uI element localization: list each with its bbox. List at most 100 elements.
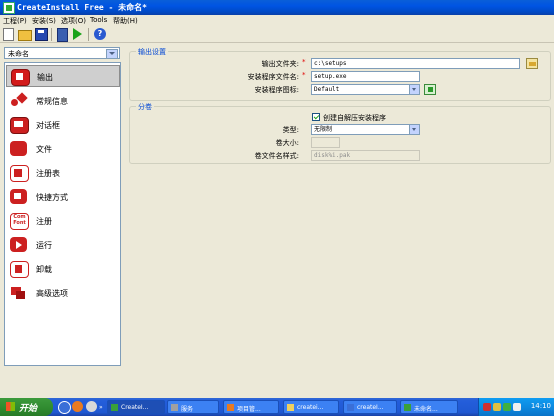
nav-item-label: 高级选项 (36, 289, 68, 298)
output-folder-input[interactable]: c:\setups (311, 58, 520, 69)
windows-logo-icon (6, 402, 15, 411)
output-folder-label: 输出文件夹: (261, 60, 299, 68)
com-font-icon: Com Font (10, 213, 29, 230)
nav-item-label: 对话框 (36, 121, 60, 130)
open-folder-icon[interactable] (18, 30, 32, 41)
nav-item-dialogs[interactable]: 对话框 (6, 114, 120, 136)
app-icon (3, 2, 15, 14)
app-icon (404, 404, 411, 411)
toolbar: ? (0, 25, 554, 43)
required-mark: * (302, 58, 306, 66)
menu-bar: 工程(P) 安装(S) 选项(O) Tools 帮助(H) (0, 15, 554, 25)
advanced-options-icon (10, 285, 27, 300)
tray-icon[interactable] (483, 403, 491, 411)
task-label: 服务 (181, 406, 194, 413)
nav-item-label: 常规信息 (36, 97, 68, 106)
nav-item-uninstall[interactable]: 卸载 (6, 258, 120, 280)
nav-item-registry[interactable]: 注册表 (6, 162, 120, 184)
nav-item-label: 快捷方式 (36, 193, 68, 202)
nav-item-label: 输出 (37, 73, 53, 82)
chevron-down-icon[interactable] (106, 49, 118, 59)
task-label: createi... (297, 404, 324, 411)
setup-icon-label: 安装程序图标: (254, 86, 299, 94)
nav-item-shortcuts[interactable]: 快捷方式 (6, 186, 120, 208)
task-label: 项目管... (237, 406, 261, 413)
firefox-icon (227, 404, 234, 411)
self-extract-checkbox[interactable] (312, 113, 320, 121)
nav-item-label: 卸载 (36, 265, 52, 274)
setup-icon-select[interactable]: Default (311, 84, 420, 95)
type-select[interactable]: 无限制 (311, 124, 420, 135)
firefox-quicklaunch-icon[interactable] (72, 401, 83, 412)
nav-item-general-info[interactable]: 常规信息 (6, 90, 120, 112)
nav-item-output[interactable]: 输出 (6, 65, 120, 87)
nav-item-files[interactable]: 文件 (6, 138, 120, 160)
title-bar: CreateInstall Free - 未命名* (0, 0, 554, 15)
system-tray: 14:10 (478, 398, 554, 416)
dialog-icon (10, 117, 29, 134)
project-select-value: 未命名 (8, 50, 29, 58)
type-select-value: 无限制 (314, 126, 333, 133)
build-icon[interactable] (57, 28, 68, 42)
nav-item-run[interactable]: 运行 (6, 234, 120, 256)
tray-icon[interactable] (493, 403, 501, 411)
nav-item-label: 注册 (36, 217, 52, 226)
nav-item-advanced-options[interactable]: 高级选项 (6, 282, 120, 304)
quicklaunch-icon[interactable] (86, 401, 97, 412)
nav-item-label: 运行 (36, 241, 52, 250)
volume-name-label: 卷文件名样式: (254, 152, 299, 160)
choose-icon-icon[interactable] (424, 84, 436, 95)
services-icon (171, 404, 178, 411)
chevron-down-icon[interactable] (409, 125, 419, 134)
volume-name-input[interactable]: disk%i.pak (311, 150, 420, 161)
taskbar-item-services[interactable]: 服务 (167, 400, 219, 414)
nav-item-label: 文件 (36, 145, 52, 154)
taskbar-item-createinstall-2[interactable]: createI... (343, 400, 397, 414)
output-settings-group: 输出设置 输出文件夹: * c:\setups 安装程序文件名: * setup… (129, 47, 551, 101)
nav-item-register[interactable]: Com Font 注册 (6, 210, 120, 232)
files-icon (10, 141, 27, 156)
chevron-down-icon[interactable] (409, 85, 419, 94)
start-label: 开始 (19, 404, 38, 414)
taskbar-item-createinstall[interactable]: CreateI... (107, 400, 165, 414)
start-button[interactable]: 开始 (0, 398, 53, 416)
taskbar-item-untitled[interactable]: 未命名... (400, 400, 458, 414)
nav-item-label: 注册表 (36, 169, 60, 178)
type-label: 类型: (282, 126, 299, 134)
clock: 14:10 (530, 402, 551, 410)
volume-size-input[interactable] (311, 137, 340, 148)
ie-quicklaunch-icon[interactable] (58, 401, 71, 414)
run-icon (10, 237, 27, 252)
output-icon (11, 69, 30, 86)
taskbar: 开始 » CreateI... 服务 项目管... createi... cre… (0, 398, 554, 416)
quicklaunch-more-icon[interactable]: » (99, 404, 103, 411)
left-nav-panel: 输出 常规信息 对话框 文件 注册表 快捷方式 Com Font 注册 运行 卸… (4, 62, 121, 366)
new-icon[interactable] (3, 28, 14, 41)
project-select[interactable]: 未命名 (4, 47, 120, 59)
tray-icon[interactable] (513, 403, 521, 411)
menu-tools[interactable]: Tools (90, 16, 107, 24)
setup-filename-input[interactable]: setup.exe (311, 71, 420, 82)
browse-folder-icon[interactable] (526, 58, 538, 69)
setup-icon-select-value: Default (314, 86, 340, 93)
volume-size-label: 卷大小: (275, 139, 299, 147)
save-icon[interactable] (35, 28, 48, 41)
task-label: CreateI... (121, 404, 149, 411)
folder-icon (287, 404, 294, 411)
taskbar-item-project-manager[interactable]: 项目管... (223, 400, 279, 414)
toolbar-separator (88, 28, 89, 41)
tray-icon[interactable] (503, 403, 511, 411)
task-label: createI... (357, 404, 384, 411)
uninstall-icon (10, 261, 29, 278)
run-icon[interactable] (73, 28, 82, 40)
volumes-group: 分卷 创建自解压安装程序 类型: 无限制 卷大小: 卷文件名样式: disk%i… (129, 102, 551, 164)
toolbar-separator (51, 28, 52, 41)
taskbar-item-folder[interactable]: createi... (283, 400, 339, 414)
registry-icon (10, 165, 29, 182)
group-title: 分卷 (136, 102, 154, 112)
setup-filename-label: 安装程序文件名: (247, 73, 299, 81)
app-icon (347, 404, 354, 411)
task-label: 未命名... (414, 406, 438, 413)
help-icon[interactable]: ? (94, 28, 106, 40)
window-title: CreateInstall Free - 未命名* (17, 3, 147, 12)
